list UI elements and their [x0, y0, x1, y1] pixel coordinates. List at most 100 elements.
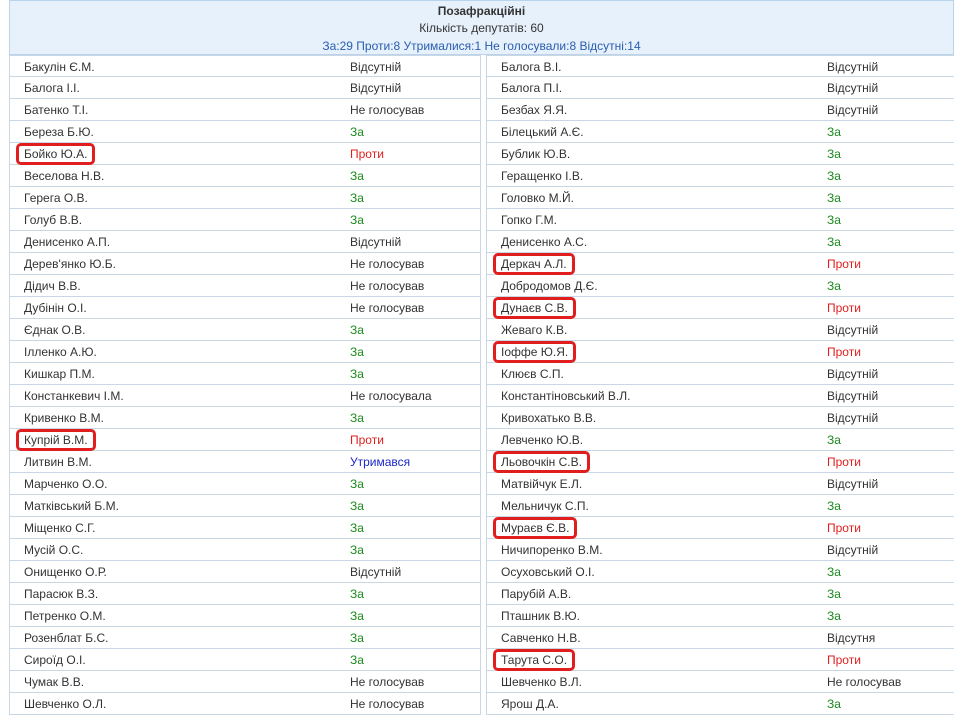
- deputy-vote: За: [827, 213, 841, 227]
- deputy-name[interactable]: Литвин В.М.: [22, 454, 94, 470]
- deputy-name[interactable]: Бублик Ю.В.: [499, 146, 572, 162]
- deputy-name[interactable]: Веселова Н.В.: [22, 168, 106, 184]
- deputy-vote: Відсутній: [827, 389, 879, 403]
- deputy-row: Іоффе Ю.Я. Проти: [486, 341, 954, 363]
- deputy-vote: За: [350, 587, 364, 601]
- deputy-vote: За: [350, 653, 364, 667]
- deputy-vote: За: [350, 213, 364, 227]
- deputy-vote: Не голосував: [350, 697, 425, 711]
- faction-header: Позафракційні Кількість депутатів: 60 За…: [9, 0, 954, 55]
- deputy-name[interactable]: Парубій А.В.: [499, 586, 573, 602]
- deputy-name[interactable]: Матвійчук Е.Л.: [499, 476, 584, 492]
- deputy-vote: Проти: [827, 257, 861, 271]
- deputy-name[interactable]: Кривенко В.М.: [22, 410, 106, 426]
- deputy-name[interactable]: Сироїд О.І.: [22, 652, 88, 668]
- deputy-row: Бакулін Є.М. Відсутній: [9, 55, 481, 77]
- deputy-name[interactable]: Матківський Б.М.: [22, 498, 121, 514]
- deputy-name[interactable]: Бакулін Є.М.: [22, 59, 97, 75]
- deputy-name[interactable]: Петренко О.М.: [22, 608, 108, 624]
- deputy-name[interactable]: Ничипоренко В.М.: [499, 542, 605, 558]
- deputy-row: Єднак О.В. За: [9, 319, 481, 341]
- deputy-name[interactable]: Білецький А.Є.: [499, 124, 586, 140]
- deputy-name[interactable]: Батенко Т.І.: [22, 102, 90, 118]
- deputy-name[interactable]: Міщенко С.Г.: [22, 520, 97, 536]
- deputy-name[interactable]: Головко М.Й.: [499, 190, 576, 206]
- deputy-row: Матвійчук Е.Л. Відсутній: [486, 473, 954, 495]
- deputy-name-highlighted[interactable]: Бойко Ю.А.: [16, 143, 96, 165]
- deputy-row: Кривохатько В.В. Відсутній: [486, 407, 954, 429]
- deputy-vote: Відсутній: [350, 565, 402, 579]
- deputy-name-highlighted[interactable]: Тарута С.О.: [493, 649, 576, 671]
- deputy-row: Савченко Н.В. Відсутня: [486, 627, 954, 649]
- deputy-name[interactable]: Шевченко В.Л.: [499, 674, 584, 690]
- deputy-name[interactable]: Парасюк В.З.: [22, 586, 100, 602]
- deputy-name[interactable]: Константіновський В.Л.: [499, 388, 632, 404]
- deputy-row: Клюєв С.П. Відсутній: [486, 363, 954, 385]
- deputy-vote: За: [827, 565, 841, 579]
- deputy-name[interactable]: Балога В.І.: [499, 59, 564, 75]
- deputy-name[interactable]: Левченко Ю.В.: [499, 432, 585, 448]
- deputy-name[interactable]: Онищенко О.Р.: [22, 564, 109, 580]
- deputy-vote: Відсутня: [827, 631, 876, 645]
- deputy-name[interactable]: Мусій О.С.: [22, 542, 85, 558]
- deputy-name[interactable]: Кривохатько В.В.: [499, 410, 598, 426]
- deputy-name[interactable]: Береза Б.Ю.: [22, 124, 96, 140]
- deputy-name[interactable]: Констанкевич І.М.: [22, 388, 126, 404]
- deputy-name[interactable]: Дубінін О.І.: [22, 300, 89, 316]
- deputy-row: Петренко О.М. За: [9, 605, 481, 627]
- deputy-name[interactable]: Марченко О.О.: [22, 476, 110, 492]
- deputy-name[interactable]: Балога П.І.: [499, 80, 564, 96]
- deputy-name[interactable]: Кишкар П.М.: [22, 366, 97, 382]
- deputy-vote: Не голосував: [350, 103, 425, 117]
- deputy-name[interactable]: Геращенко І.В.: [499, 168, 585, 184]
- deputy-vote: За: [350, 631, 364, 645]
- deputy-row: Матківський Б.М. За: [9, 495, 481, 517]
- deputy-row: Геращенко І.В. За: [486, 165, 954, 187]
- deputy-name[interactable]: Безбах Я.Я.: [499, 102, 569, 118]
- deputy-name[interactable]: Клюєв С.П.: [499, 366, 566, 382]
- deputy-vote: За: [350, 609, 364, 623]
- deputy-name[interactable]: Шевченко О.Л.: [22, 696, 108, 712]
- deputy-name-highlighted[interactable]: Мураєв Є.В.: [493, 517, 578, 539]
- deputy-vote: Проти: [350, 147, 384, 161]
- deputy-name[interactable]: Дерев'янко Ю.Б.: [22, 256, 118, 272]
- deputy-row: Мельничук С.П. За: [486, 495, 954, 517]
- deputy-name[interactable]: Денисенко А.П.: [22, 234, 112, 250]
- deputy-name[interactable]: Ілленко А.Ю.: [22, 344, 99, 360]
- deputy-name[interactable]: Розенблат Б.С.: [22, 630, 110, 646]
- deputy-vote: Відсутній: [827, 81, 879, 95]
- deputy-name[interactable]: Балога І.І.: [22, 80, 82, 96]
- deputy-row: Пташник В.Ю. За: [486, 605, 954, 627]
- deputy-vote: Відсутній: [827, 60, 879, 74]
- deputy-name-highlighted[interactable]: Іоффе Ю.Я.: [493, 341, 577, 363]
- deputies-column-left: Бакулін Є.М. Відсутній Балога І.І. Відсутні…: [9, 55, 481, 715]
- deputy-vote: За: [350, 323, 364, 337]
- deputy-name[interactable]: Герега О.В.: [22, 190, 90, 206]
- deputy-vote: За: [827, 169, 841, 183]
- deputy-name-highlighted[interactable]: Деркач А.Л.: [493, 253, 575, 275]
- deputy-name[interactable]: Голуб В.В.: [22, 212, 84, 228]
- deputy-row: Батенко Т.І. Не голосував: [9, 99, 481, 121]
- deputy-name[interactable]: Жеваго К.В.: [499, 322, 569, 338]
- deputy-name[interactable]: Дідич В.В.: [22, 278, 83, 294]
- deputy-vote: Відсутній: [827, 543, 879, 557]
- deputy-vote: Проти: [350, 433, 384, 447]
- deputy-name[interactable]: Добродомов Д.Є.: [499, 278, 600, 294]
- deputy-name[interactable]: Гопко Г.М.: [499, 212, 559, 228]
- deputy-vote: За: [350, 521, 364, 535]
- deputy-name[interactable]: Савченко Н.В.: [499, 630, 583, 646]
- deputy-vote: За: [827, 235, 841, 249]
- deputy-row: Ничипоренко В.М. Відсутній: [486, 539, 954, 561]
- deputy-name[interactable]: Мельничук С.П.: [499, 498, 591, 514]
- deputy-name[interactable]: Ярош Д.А.: [499, 696, 561, 712]
- deputy-name[interactable]: Осуховський О.І.: [499, 564, 597, 580]
- deputy-name-highlighted[interactable]: Льовочкін С.В.: [493, 451, 590, 473]
- deputy-row: Дерев'янко Ю.Б. Не голосував: [9, 253, 481, 275]
- deputy-name-highlighted[interactable]: Дунаєв С.В.: [493, 297, 576, 319]
- deputy-name-highlighted[interactable]: Купрій В.М.: [16, 429, 96, 451]
- deputy-name[interactable]: Денисенко А.С.: [499, 234, 589, 250]
- deputy-name[interactable]: Єднак О.В.: [22, 322, 88, 338]
- deputy-name[interactable]: Чумак В.В.: [22, 674, 86, 690]
- deputy-vote: Не голосував: [827, 675, 902, 689]
- deputy-name[interactable]: Пташник В.Ю.: [499, 608, 582, 624]
